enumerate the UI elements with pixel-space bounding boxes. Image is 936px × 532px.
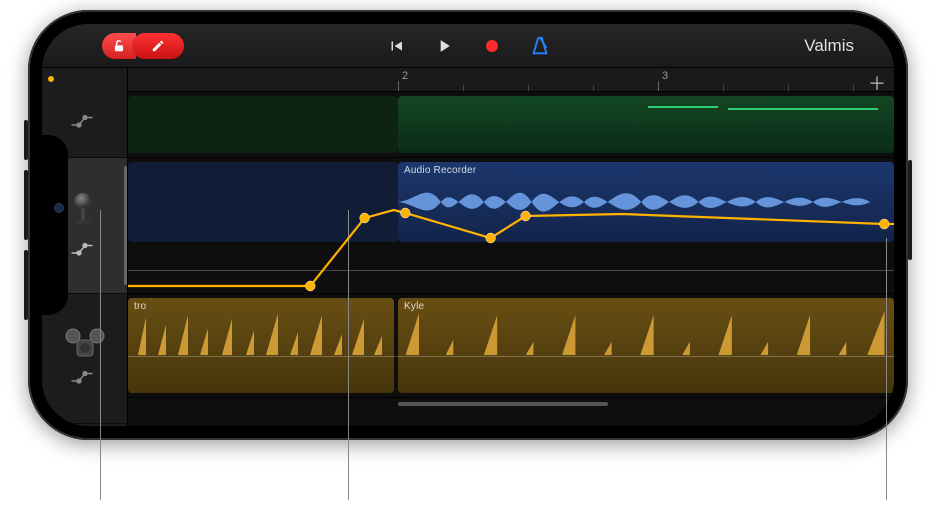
pencil-icon (148, 39, 168, 53)
drum-waveform (128, 298, 394, 393)
microphone-icon (65, 188, 105, 228)
go-to-start-button[interactable] (385, 35, 407, 57)
bar-marker-2: 2 (402, 70, 408, 82)
audio-region-empty[interactable] (128, 162, 398, 242)
phone-volume-up (24, 170, 28, 240)
track1-lane[interactable] (128, 92, 894, 158)
track2-lane[interactable]: Audio Recorder (128, 158, 894, 294)
metronome-button[interactable] (529, 35, 551, 57)
automation-curve-icon (70, 242, 100, 263)
automation-curve-icon (70, 114, 100, 135)
metronome-icon (529, 35, 551, 57)
done-button[interactable]: Valmis (804, 36, 854, 56)
region-label: Audio Recorder (404, 165, 476, 176)
bar-ruler[interactable]: 2 3 ＋ (128, 68, 894, 92)
app-screen: Valmis (42, 24, 894, 426)
track-midline (128, 356, 894, 357)
phone-side-button (908, 160, 912, 260)
unlock-icon (112, 39, 126, 53)
drum-waveform (398, 298, 894, 393)
play-button[interactable] (433, 35, 455, 57)
track3-lane[interactable]: tro (128, 294, 894, 398)
record-button[interactable] (481, 35, 503, 57)
drum-region[interactable]: tro (128, 298, 394, 393)
phone-frame: Valmis (28, 10, 908, 440)
drum-region[interactable]: Kyle (398, 298, 894, 393)
midi-region[interactable] (398, 96, 894, 153)
automation-edit-button[interactable] (132, 33, 184, 59)
skip-back-icon (386, 37, 406, 55)
callout-line (348, 210, 349, 500)
record-icon (483, 37, 501, 55)
region-label: Kyle (404, 301, 424, 312)
region-label: tro (134, 301, 146, 312)
automation-active-indicator (48, 76, 54, 82)
midi-region[interactable] (128, 96, 398, 153)
workspace: 2 3 ＋ (42, 68, 894, 426)
toolbar: Valmis (42, 24, 894, 68)
play-icon (434, 36, 454, 56)
phone-notch (42, 135, 68, 315)
audio-region[interactable]: Audio Recorder (398, 162, 894, 242)
phone-volume-down (24, 250, 28, 320)
automation-baseline (128, 270, 894, 271)
callout-line (886, 238, 887, 500)
callout-line (100, 210, 101, 500)
bar-marker-3: 3 (662, 70, 668, 82)
timeline[interactable]: 2 3 ＋ (128, 68, 894, 426)
automation-curve-icon (70, 370, 100, 391)
horizontal-scroll-thumb[interactable] (398, 402, 608, 406)
phone-mute-switch (24, 120, 28, 160)
tracks-area[interactable]: Audio Recorder tro (128, 92, 894, 398)
track-lock-button[interactable] (102, 33, 136, 59)
